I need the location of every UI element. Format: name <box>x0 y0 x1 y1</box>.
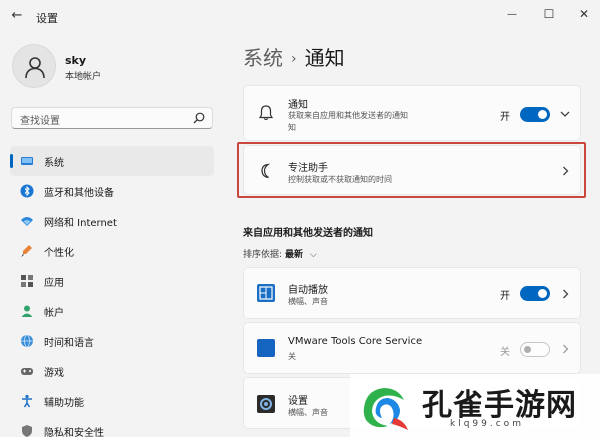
watermark-url: klq99.com <box>450 419 524 429</box>
notifications-setting-card[interactable]: 通知 获取来自应用和其他发送者的通知 知 开 <box>243 85 581 141</box>
chevron-down-icon[interactable] <box>560 110 570 118</box>
vmware-app-icon <box>257 339 275 357</box>
sidebar-item-label: 应用 <box>44 278 64 289</box>
maximize-icon: ☐ <box>543 7 555 21</box>
app-detail: 关 <box>288 352 296 361</box>
sidebar-item-system[interactable]: 系统 <box>10 146 214 176</box>
back-arrow-icon: ← <box>11 7 23 23</box>
chevron-right-icon[interactable] <box>562 344 569 354</box>
search-icon[interactable] <box>193 112 205 124</box>
title-bar: ← 设置 — ☐ ✕ <box>0 0 600 30</box>
person-icon <box>25 57 45 79</box>
accessibility-icon <box>22 394 32 408</box>
sidebar-item-apps[interactable]: 应用 <box>10 266 214 296</box>
sidebar-item-network[interactable]: 网络和 Internet <box>10 206 214 236</box>
breadcrumb-parent[interactable]: 系统 <box>243 46 283 70</box>
app-toggle-label: 关 <box>500 347 510 358</box>
sidebar-item-accounts[interactable]: 帐户 <box>10 296 214 326</box>
sidebar-item-privacy[interactable]: 隐私和安全性 <box>10 416 214 437</box>
sort-dropdown[interactable]: 排序依据: 最新 ⌵ <box>243 247 317 260</box>
account-type: 本地帐户 <box>65 72 102 82</box>
search-placeholder: 查找设置 <box>20 116 60 127</box>
notifications-title: 通知 <box>288 100 308 111</box>
sort-label: 排序依据: <box>243 250 283 260</box>
breadcrumb: 系统 › 通知 <box>243 42 345 71</box>
sidebar-item-label: 辅助功能 <box>44 398 84 409</box>
user-name: sky <box>65 54 87 67</box>
sidebar-item-label: 个性化 <box>44 248 74 259</box>
app-name: 自动播放 <box>288 285 328 296</box>
sidebar-item-time-language[interactable]: 时间和语言 <box>10 326 214 356</box>
bell-icon <box>258 105 274 121</box>
sort-value: 最新 <box>285 250 304 260</box>
app-row-vmware[interactable]: VMware Tools Core Service 关 关 <box>243 322 581 374</box>
search-input[interactable]: 查找设置 <box>11 107 213 129</box>
toggle-knob <box>538 110 547 119</box>
sidebar-item-gaming[interactable]: 游戏 <box>10 356 214 386</box>
app-name: VMware Tools Core Service <box>288 336 423 347</box>
sidebar-nav: 系统 蓝牙和其他设备 网络和 Internet 个性化 应用 帐户 时间和语言 … <box>10 146 214 437</box>
watermark: 孔雀手游网 klq99.com <box>350 374 600 437</box>
sidebar-item-accessibility[interactable]: 辅助功能 <box>10 386 214 416</box>
bluetooth-icon <box>20 184 34 198</box>
account-icon <box>21 305 33 317</box>
globe-icon <box>21 334 33 348</box>
notifications-subtitle-wrap: 知 <box>288 123 296 132</box>
sidebar-item-label: 系统 <box>44 158 64 169</box>
system-icon <box>21 157 33 165</box>
page-title: 通知 <box>304 46 345 70</box>
autoplay-toggle[interactable] <box>520 286 550 301</box>
window-title: 设置 <box>36 12 58 25</box>
vmware-toggle[interactable] <box>520 342 550 357</box>
close-button[interactable]: ✕ <box>572 4 596 24</box>
notifications-toggle[interactable] <box>520 107 550 122</box>
app-row-autoplay[interactable]: 自动播放 横幅、声音 开 <box>243 267 581 319</box>
sidebar-item-personalization[interactable]: 个性化 <box>10 236 214 266</box>
notifications-toggle-label: 开 <box>500 112 510 123</box>
app-detail: 横幅、声音 <box>288 408 328 417</box>
breadcrumb-separator: › <box>291 51 297 67</box>
back-button[interactable]: ← <box>8 6 26 24</box>
app-name: 设置 <box>288 396 308 407</box>
avatar <box>12 44 56 88</box>
toggle-knob <box>524 346 531 353</box>
close-icon: ✕ <box>578 7 590 21</box>
sidebar-item-label: 网络和 Internet <box>44 218 117 229</box>
minimize-icon: — <box>507 8 517 20</box>
personalization-icon <box>21 245 32 257</box>
apps-icon <box>21 275 33 287</box>
minimize-button[interactable]: — <box>500 4 524 24</box>
notifications-subtitle: 获取来自应用和其他发送者的通知 <box>288 111 408 120</box>
watermark-logo-icon <box>358 382 408 430</box>
chevron-right-icon[interactable] <box>562 289 569 299</box>
wifi-icon <box>21 217 33 226</box>
sidebar-item-label: 帐户 <box>44 308 64 319</box>
autoplay-app-icon <box>257 284 275 302</box>
shield-icon <box>22 425 32 437</box>
sidebar-item-bluetooth[interactable]: 蓝牙和其他设备 <box>10 176 214 206</box>
focus-assist-highlight <box>237 142 586 198</box>
sidebar-item-label: 蓝牙和其他设备 <box>44 188 114 199</box>
toggle-knob <box>538 289 547 298</box>
app-detail: 横幅、声音 <box>288 297 328 306</box>
app-toggle-label: 开 <box>500 291 510 302</box>
chevron-down-icon: ⌵ <box>309 250 317 260</box>
sidebar-item-label: 时间和语言 <box>44 338 94 349</box>
section-title: 来自应用和其他发送者的通知 <box>243 228 373 239</box>
settings-gear-icon <box>257 395 275 413</box>
maximize-button[interactable]: ☐ <box>537 4 561 24</box>
watermark-text: 孔雀手游网 <box>422 388 577 423</box>
sidebar-item-label: 游戏 <box>44 368 64 379</box>
game-icon <box>21 368 33 375</box>
sidebar-item-label: 隐私和安全性 <box>44 428 104 437</box>
